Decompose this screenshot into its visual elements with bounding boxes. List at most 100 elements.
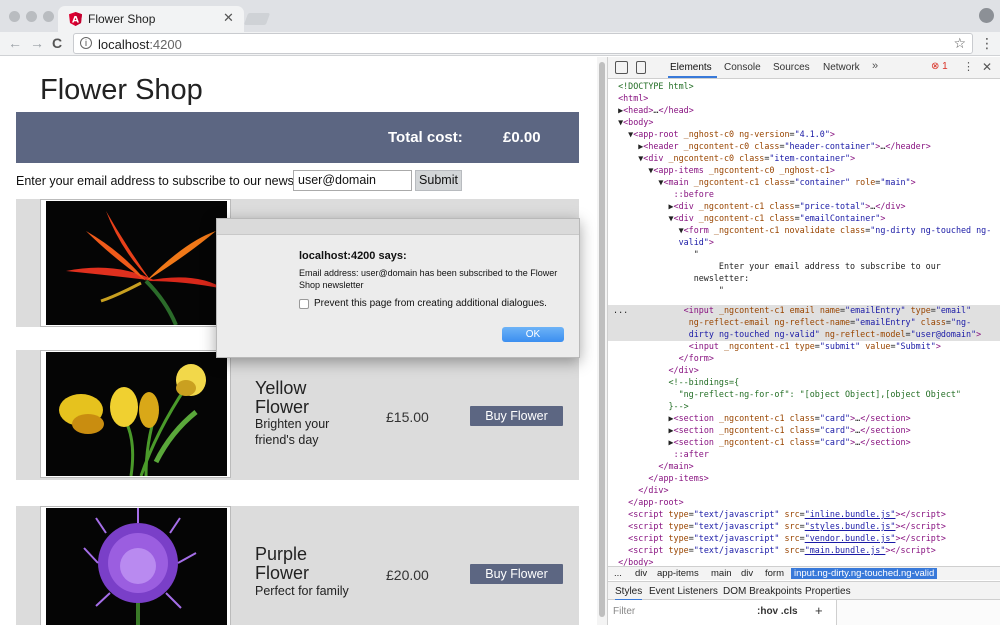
breadcrumb-item[interactable]: main [711, 568, 732, 579]
dom-node[interactable]: Enter your email address to subscribe to… [608, 261, 1000, 273]
close-icon[interactable]: ✕ [223, 10, 234, 26]
dom-node[interactable]: </main> [608, 461, 1000, 473]
dom-node[interactable]: " [608, 249, 1000, 261]
device-toggle-icon[interactable] [636, 61, 646, 74]
profile-avatar-icon[interactable] [979, 8, 994, 23]
browser-tab[interactable]: A Flower Shop ✕ [58, 6, 244, 32]
tab-properties[interactable]: Properties [805, 586, 851, 597]
error-count-badge[interactable]: ⊗ 1 [931, 61, 948, 72]
dom-node-selected[interactable]: ... <input _ngcontent-c1 email name="ema… [608, 305, 1000, 317]
dom-node[interactable]: </body> [608, 557, 1000, 566]
dom-node[interactable]: <script type="text/javascript" src="vend… [608, 533, 1000, 545]
dom-node[interactable]: <input _ngcontent-c1 type="submit" value… [608, 341, 1000, 353]
dom-node[interactable]: </form> [608, 353, 1000, 365]
header-bar: Total cost: £0.00 [16, 112, 579, 163]
dom-node[interactable]: ▶<head>…</head> [608, 105, 1000, 117]
devtools-menu-icon[interactable]: ⋮ [963, 60, 974, 73]
dom-node[interactable]: ▶<header _ngcontent-c0 class="header-con… [608, 141, 1000, 153]
dom-node[interactable]: ::after [608, 449, 1000, 461]
dom-node[interactable]: ▼<div _ngcontent-c1 class="emailContaine… [608, 213, 1000, 225]
dom-node[interactable]: <html> [608, 93, 1000, 105]
tab-network[interactable]: Network [823, 62, 860, 73]
submit-button[interactable]: Submit [415, 170, 462, 191]
breadcrumb-item[interactable]: ... [614, 568, 622, 579]
more-tabs-icon[interactable]: » [872, 60, 878, 72]
close-window-dot[interactable] [9, 11, 20, 22]
breadcrumb-item[interactable]: div [741, 568, 753, 579]
dom-node[interactable]: ▼<body> [608, 117, 1000, 129]
dom-node[interactable]: ▼<app-items _ngcontent-c0 _nghost-c1> [608, 165, 1000, 177]
dom-node[interactable]: </div> [608, 365, 1000, 377]
tab-console[interactable]: Console [724, 62, 761, 73]
dom-tree[interactable]: <!DOCTYPE html> <html> ▶<head>…</head> ▼… [608, 79, 1000, 566]
tab-event-listeners[interactable]: Event Listeners [649, 586, 718, 597]
back-arrow-icon[interactable]: ← [8, 35, 22, 51]
page-scrollbar[interactable] [597, 57, 607, 625]
dom-node[interactable]: ▼<app-root _nghost-c0 ng-version="4.1.0"… [608, 129, 1000, 141]
dom-node[interactable]: </app-root> [608, 497, 1000, 509]
breadcrumb-item[interactable]: form [765, 568, 784, 579]
styles-filter-input[interactable]: Filter [613, 606, 635, 617]
svg-text:A: A [72, 16, 79, 26]
dom-node[interactable]: ▶<section _ngcontent-c1 class="card">…</… [608, 437, 1000, 449]
scrollbar-thumb[interactable] [599, 62, 605, 617]
dom-node[interactable]: </app-items> [608, 473, 1000, 485]
dom-node[interactable]: <script type="text/javascript" src="main… [608, 545, 1000, 557]
maximize-window-dot[interactable] [43, 11, 54, 22]
dom-node[interactable]: </div> [608, 485, 1000, 497]
dom-node[interactable]: }--> [608, 401, 1000, 413]
dom-node[interactable]: ▼<div _ngcontent-c0 class="item-containe… [608, 153, 1000, 165]
dialog-title: localhost:4200 says: [299, 250, 407, 262]
email-input[interactable]: user@domain [293, 170, 412, 191]
dom-node[interactable]: ▼<form _ngcontent-c1 novalidate class="n… [608, 225, 1000, 237]
buy-flower-button[interactable]: Buy Flower [470, 564, 563, 584]
buy-flower-button[interactable]: Buy Flower [470, 406, 563, 426]
dom-node[interactable]: newsletter: [608, 273, 1000, 285]
dom-node[interactable]: ▼<main _ngcontent-c1 class="container" r… [608, 177, 1000, 189]
dom-node[interactable]: <script type="text/javascript" src="inli… [608, 509, 1000, 521]
minimize-window-dot[interactable] [26, 11, 37, 22]
tab-styles[interactable]: Styles [615, 586, 643, 601]
breadcrumb-item-selected[interactable]: input.ng-dirty.ng-touched.ng-valid [791, 568, 938, 579]
alert-dialog: localhost:4200 says: Email address: user… [216, 218, 580, 358]
styles-subtabs: Styles Event Listeners DOM Breakpoints P… [608, 581, 1000, 601]
breadcrumb: ... div app-items main div form input.ng… [608, 566, 1000, 580]
purple-flower-image [46, 508, 227, 625]
dom-node[interactable]: ▶<section _ngcontent-c1 class="card">…</… [608, 425, 1000, 437]
browser-menu-icon[interactable]: ⋮ [980, 35, 994, 52]
breadcrumb-item[interactable]: div [635, 568, 647, 579]
dialog-message: Email address: user@domain has been subs… [299, 268, 558, 290]
new-style-rule-icon[interactable]: + [815, 603, 823, 618]
dom-node[interactable]: <!--bindings={ [608, 377, 1000, 389]
inspect-element-icon[interactable] [615, 61, 628, 74]
hov-cls-toggle[interactable]: :hov .cls [757, 606, 798, 617]
ok-button[interactable]: OK [502, 327, 564, 342]
dom-node[interactable]: "ng-reflect-ng-for-of": "[object Object]… [608, 389, 1000, 401]
dom-node[interactable]: ▶<section _ngcontent-c1 class="card">…</… [608, 413, 1000, 425]
bookmark-star-icon[interactable]: ☆ [953, 35, 966, 52]
dom-node-selected[interactable]: dirty ng-touched ng-valid" ng-reflect-mo… [608, 329, 1000, 341]
address-bar[interactable]: i localhost:4200 ☆ [73, 33, 973, 54]
prevent-dialogs-checkbox[interactable] [299, 299, 309, 309]
tab-elements[interactable]: Elements [670, 62, 712, 73]
dom-node[interactable]: <script type="text/javascript" src="styl… [608, 521, 1000, 533]
dom-node-selected[interactable]: ng-reflect-email ng-reflect-name="emailE… [608, 317, 1000, 329]
tab-dom-breakpoints[interactable]: DOM Breakpoints [723, 586, 802, 597]
info-icon[interactable]: i [80, 37, 92, 49]
product-price: £15.00 [386, 409, 429, 425]
close-icon[interactable]: ✕ [982, 60, 992, 74]
breadcrumb-item[interactable]: app-items [657, 568, 699, 579]
dom-node[interactable]: <!DOCTYPE html> [608, 81, 1000, 93]
new-tab-button[interactable] [243, 13, 271, 25]
devtools-tabbar: Elements Console Sources Network » ⊗ 1 ⋮… [608, 57, 1000, 79]
tab-title: Flower Shop [88, 12, 156, 26]
dom-node[interactable]: valid"> [608, 237, 1000, 249]
reload-icon[interactable]: C [52, 35, 62, 51]
dom-node[interactable]: ::before [608, 189, 1000, 201]
dom-node[interactable]: ▶<div _ngcontent-c1 class="price-total">… [608, 201, 1000, 213]
url-text: localhost:4200 [98, 37, 182, 52]
forward-arrow-icon[interactable]: → [30, 35, 44, 51]
tab-sources[interactable]: Sources [773, 62, 810, 73]
dom-node[interactable]: " [608, 285, 1000, 297]
yellow-flower-image [46, 352, 227, 476]
